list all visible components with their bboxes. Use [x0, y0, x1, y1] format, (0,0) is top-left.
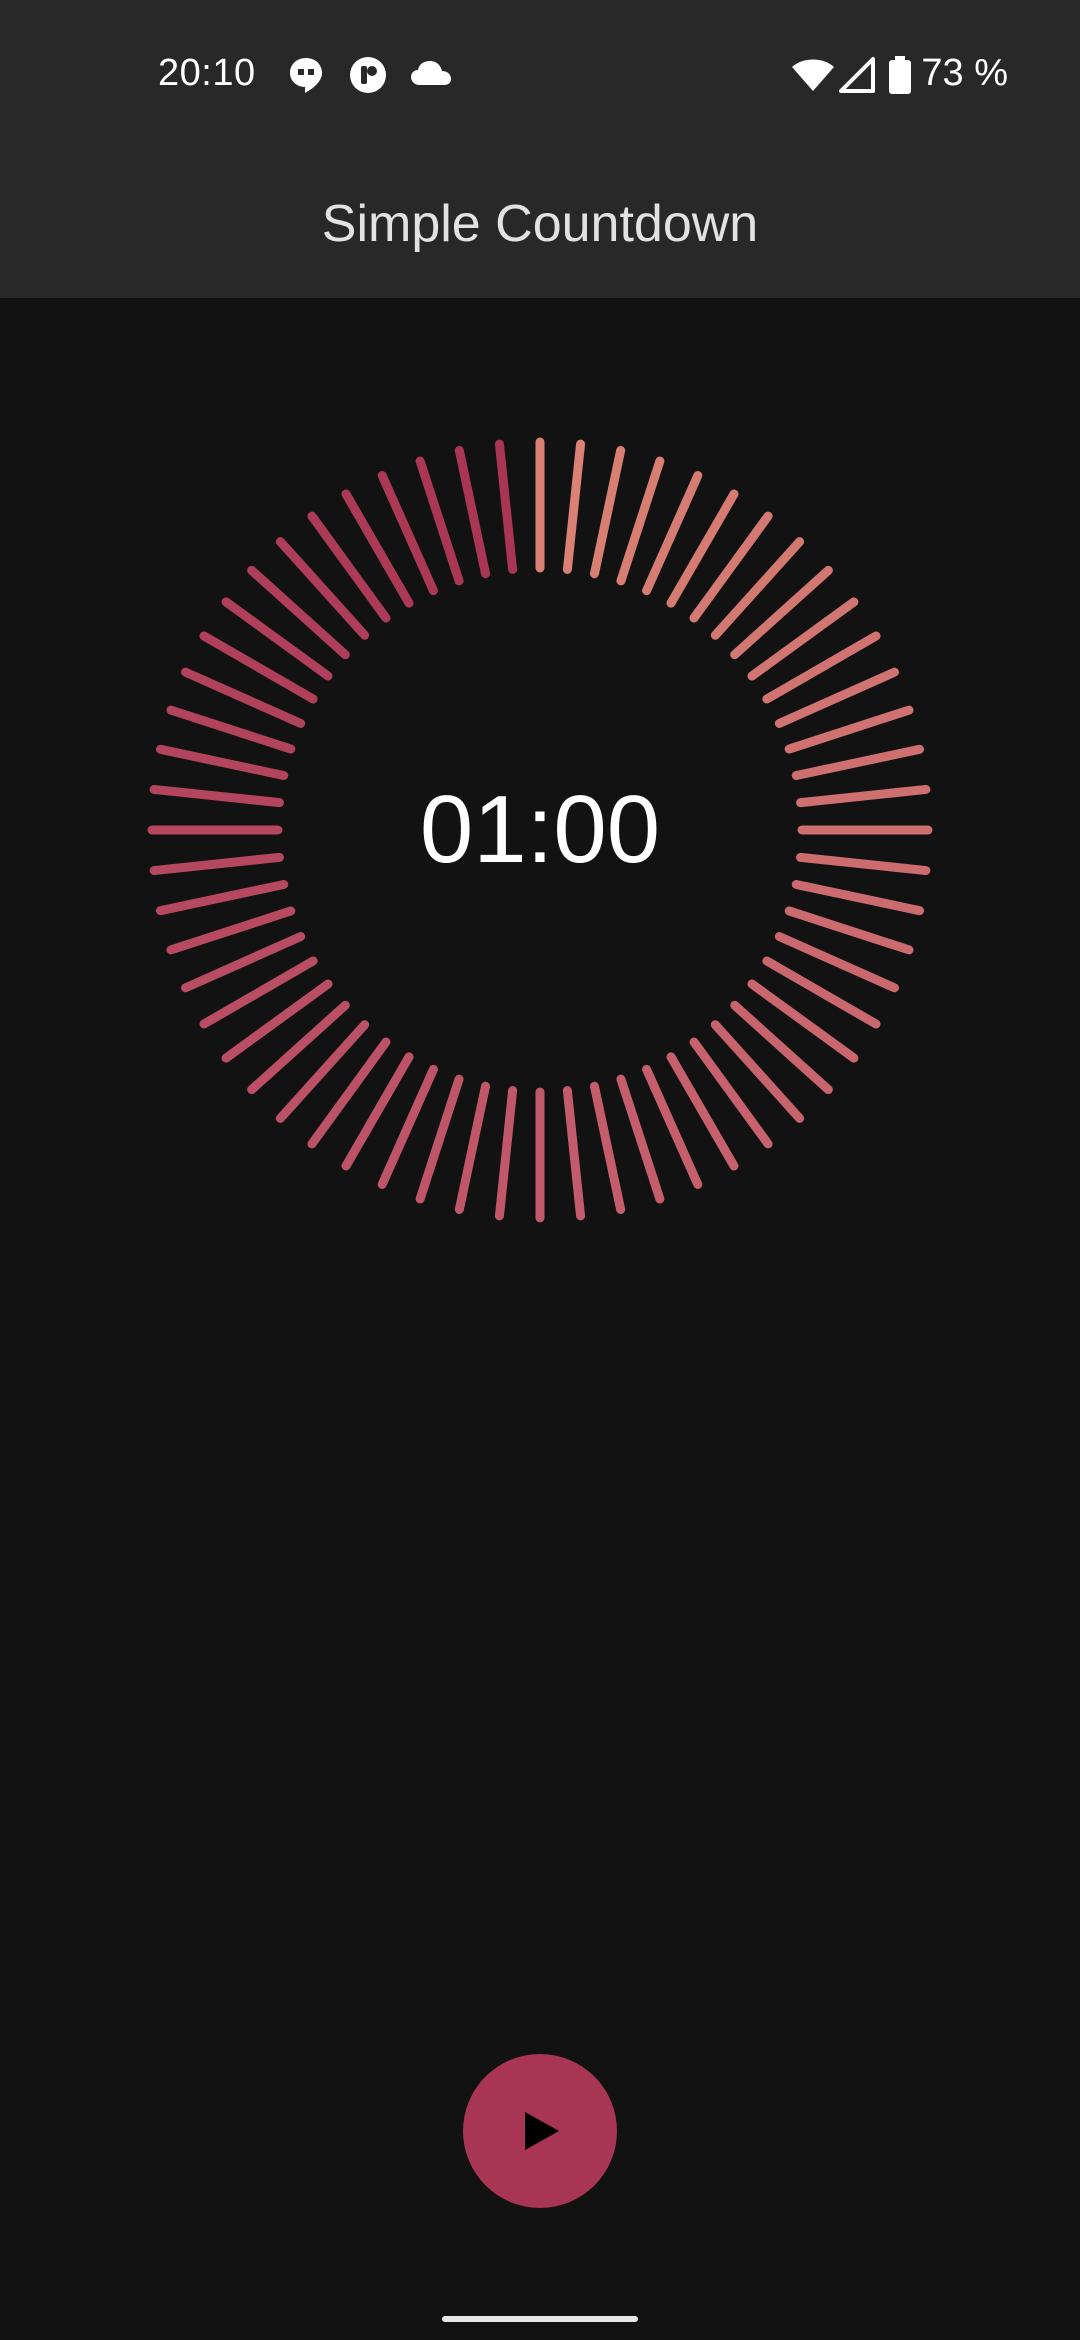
dial-tick — [747, 979, 859, 1063]
dial-tick — [589, 445, 626, 579]
app-title: Simple Countdown — [321, 195, 759, 253]
countdown-dial[interactable]: 01:00 — [140, 430, 940, 1230]
hangouts-icon — [286, 55, 326, 95]
play-icon — [519, 2109, 563, 2153]
dial-tick — [730, 565, 833, 660]
home-indicator[interactable] — [442, 2316, 638, 2322]
dial-tick — [562, 439, 586, 574]
dial-tick — [689, 1037, 773, 1149]
dial-tick — [247, 1000, 350, 1095]
dial-tick — [155, 879, 289, 916]
dial-tick — [221, 597, 333, 681]
dial-tick — [454, 445, 491, 579]
wifi-icon — [790, 55, 836, 95]
dial-tick — [494, 1086, 518, 1221]
status-bar: 20:10 73 % — [0, 0, 1080, 150]
cloud-icon — [408, 55, 454, 95]
cellular-signal-icon — [838, 55, 876, 95]
dial-tick — [747, 597, 859, 681]
dial-tick — [689, 511, 773, 623]
dial-tick — [710, 1020, 805, 1123]
battery-percentage: 73 % — [921, 52, 1008, 94]
dial-tick — [307, 511, 391, 623]
app-bar: Simple Countdown — [0, 150, 1080, 298]
dial-tick — [307, 1037, 391, 1149]
dial-tick — [710, 537, 805, 640]
dial-tick — [221, 979, 333, 1063]
status-time: 20:10 — [158, 52, 256, 94]
tasker-icon — [348, 55, 388, 95]
battery-icon — [888, 55, 912, 95]
screen: 20:10 73 % Simple Countdown 01:00 — [0, 0, 1080, 2340]
dial-tick — [562, 1086, 586, 1221]
dial-tick — [494, 439, 518, 574]
dial-tick — [791, 744, 925, 781]
dial-tick — [791, 879, 925, 916]
dial-tick — [155, 744, 289, 781]
play-button[interactable] — [463, 2054, 617, 2208]
time-display: 01:00 — [419, 776, 661, 883]
dial-tick — [275, 1020, 370, 1123]
dial-tick — [589, 1081, 626, 1215]
dial-tick — [275, 537, 370, 640]
dial-tick — [454, 1081, 491, 1215]
dial-tick — [730, 1000, 833, 1095]
dial-tick — [247, 565, 350, 660]
